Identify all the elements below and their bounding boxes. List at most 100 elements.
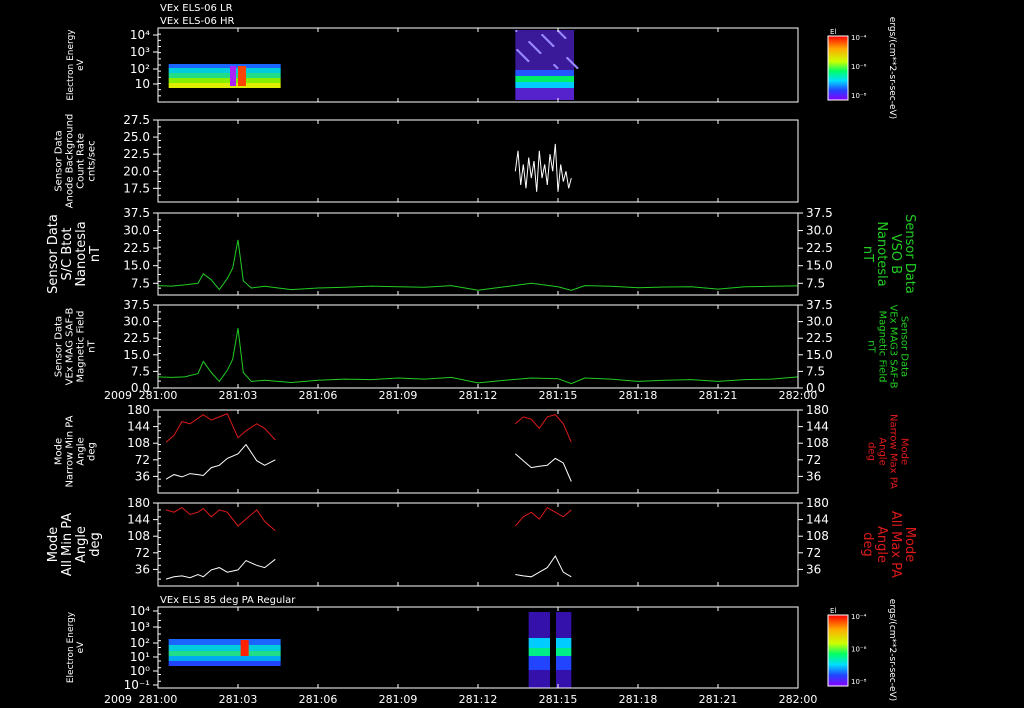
- y-tick-label-allpa: 144: [127, 513, 150, 527]
- y-tick-label-narrow: 144: [127, 420, 150, 434]
- x-tick-label-mag: 281:06: [299, 389, 338, 402]
- y-axis-label-allpa: All Min PA: [60, 513, 75, 576]
- y-axis-label-right-allpa: Angle: [874, 526, 889, 563]
- y-tick-label-right-bt: 22.5: [806, 241, 833, 255]
- x-tick-label-spec2: 281:06: [299, 693, 338, 706]
- y-tick-label-right-bt: 7.5: [806, 276, 825, 290]
- y-axis-label-right-narrow: Mode: [899, 438, 910, 465]
- y-axis-label-right-bt: nT: [860, 246, 875, 262]
- y-tick-label-right-mag: 15.0: [806, 348, 833, 362]
- y-axis-label-right-narrow: deg: [866, 442, 877, 461]
- x-tick-label-spec2: 281:21: [699, 693, 738, 706]
- y-tick-label-anode: 25.0: [123, 130, 150, 144]
- plot-canvas: VEx ELS-06 LR VEx ELS-06 HR 1010²10³10⁴E…: [0, 0, 1024, 708]
- y-tick-label-anode: 20.0: [123, 164, 150, 178]
- y-axis-label-bt: Nanotesla: [74, 221, 89, 286]
- y-axis-label-right-allpa: All Max PA: [888, 511, 903, 578]
- spectrogram-hotspot: [238, 66, 246, 86]
- y-axis-label-anode: Anode Background: [65, 114, 76, 209]
- y-tick-label-spec1: 10²: [130, 62, 150, 76]
- spectrogram-cell-spec1: [168, 78, 281, 83]
- spectrogram-cell-spec1: [168, 64, 281, 68]
- spectrogram-cell-spec2: [168, 645, 281, 651]
- y-tick-label-bt: 15.0: [123, 259, 150, 273]
- y-tick-label-right-narrow: 144: [806, 420, 829, 434]
- y-tick-label-allpa: 72: [135, 546, 150, 560]
- y-tick-label-spec2: 10⁻¹: [124, 678, 151, 692]
- y-tick-label-anode: 27.5: [123, 113, 150, 127]
- y-tick-label-right-allpa: 108: [806, 529, 829, 543]
- x-tick-label-spec2: 281:15: [539, 693, 578, 706]
- x-tick-label-mag: 281:09: [379, 389, 418, 402]
- spectrogram-gap-2: [550, 612, 556, 688]
- y-axis-label-anode: Sensor Data: [54, 130, 65, 191]
- y-tick-label-right-narrow: 180: [806, 403, 829, 417]
- colorbar-spec2: [827, 614, 849, 687]
- y-axis-label-bt: S/C Btot: [60, 228, 75, 281]
- spectrogram-noise: [541, 34, 544, 36]
- y-tick-label-right-mag: 7.5: [806, 364, 825, 378]
- y-tick-label-right-bt: 15.0: [806, 259, 833, 273]
- x-tick-label-spec2: 281:03: [219, 693, 258, 706]
- y-axis-label-mag: VEx MAG SAF-B: [65, 308, 76, 386]
- spectrogram-noise: [566, 57, 569, 59]
- y-tick-label-spec2: 10²: [130, 636, 150, 650]
- y-tick-label-mag: 37.5: [123, 298, 150, 312]
- y-axis-label-narrow: Narrow Min PA: [65, 415, 76, 487]
- y-axis-label-spec2: Electron Energy: [66, 611, 76, 683]
- x-tick-label-mag: 281:21: [699, 389, 738, 402]
- y-tick-label-narrow: 36: [135, 469, 150, 483]
- y-tick-label-right-allpa: 180: [806, 496, 829, 510]
- y-tick-label-mag: 30.0: [123, 315, 150, 329]
- y-tick-label-right-narrow: 72: [806, 453, 821, 467]
- y-axis-label-mag: Magnetic Field: [76, 310, 87, 382]
- x-axis-year-mag: 2009: [104, 389, 132, 402]
- y-tick-label-right-bt: 37.5: [806, 206, 833, 220]
- x-tick-label-mag: 282:00: [779, 389, 818, 402]
- spectrogram-cell-spec1: [168, 68, 281, 73]
- header-line2: VEx ELS-06 HR: [160, 16, 235, 27]
- y-axis-label-allpa: Angle: [74, 526, 89, 563]
- colorbar-unit-spec1: ergs/(cm**2-sr-sec-eV): [887, 17, 897, 119]
- y-tick-label-allpa: 36: [135, 562, 150, 576]
- y-tick-label-right-narrow: 36: [806, 469, 821, 483]
- y-tick-label-right-allpa: 144: [806, 513, 829, 527]
- spectrogram-cell-spec2: [168, 656, 281, 661]
- y-axis-label-right-narrow: Angle: [877, 437, 888, 465]
- y-tick-label-bt: 37.5: [123, 206, 150, 220]
- x-tick-label-spec2: 282:00: [779, 693, 818, 706]
- y-axis-label-right-allpa: Mode: [902, 527, 917, 562]
- y-axis-label-right-bt: Nanotesla: [874, 221, 889, 286]
- panel-title-spec2: VEx ELS 85 deg PA Regular: [160, 595, 296, 606]
- y-axis-label-narrow: deg: [87, 442, 98, 461]
- y-axis-label-right-bt: Sensor Data: [902, 214, 917, 294]
- y-tick-label-right-mag: 30.0: [806, 315, 833, 329]
- y-axis-label-allpa: deg: [88, 532, 103, 557]
- y-tick-label-anode: 22.5: [123, 147, 150, 161]
- colorbar-tick-spec2: 10⁻⁶: [851, 646, 867, 654]
- y-axis-label-right-allpa: deg: [860, 532, 875, 557]
- x-tick-label-mag: 281:12: [459, 389, 498, 402]
- colorbar-spec1: [827, 35, 849, 101]
- spectrogram-cell-spec2: [168, 661, 281, 666]
- y-tick-label-bt: 30.0: [123, 224, 150, 238]
- y-axis-label-spec1: Electron Energy: [66, 29, 76, 101]
- y-tick-label-bt: 22.5: [123, 241, 150, 255]
- y-tick-label-spec1: 10: [135, 77, 150, 91]
- y-tick-label-right-mag: 22.5: [806, 331, 833, 345]
- colorbar-unit-spec2: ergs/(cm**2-sr-sec-eV): [887, 599, 897, 701]
- x-tick-label-mag: 281:18: [619, 389, 658, 402]
- spectrogram-hotspot-2: [240, 640, 249, 656]
- spectrogram-noise: [515, 30, 518, 32]
- y-axis-label-right-mag: Magnetic Field: [877, 310, 888, 382]
- y-tick-label-spec1: 10³: [130, 45, 150, 59]
- spectrogram-noise: [553, 64, 556, 66]
- y-tick-label-right-allpa: 36: [806, 562, 821, 576]
- colorbar-tick-spec1: 10⁻⁶: [851, 63, 867, 71]
- x-tick-label-spec2: 281:00: [139, 693, 178, 706]
- y-tick-label-narrow: 180: [127, 403, 150, 417]
- y-tick-label-right-allpa: 72: [806, 546, 821, 560]
- y-axis-label-mag: nT: [87, 339, 98, 352]
- y-axis-label-spec2: eV: [76, 641, 86, 654]
- y-tick-label-allpa: 180: [127, 496, 150, 510]
